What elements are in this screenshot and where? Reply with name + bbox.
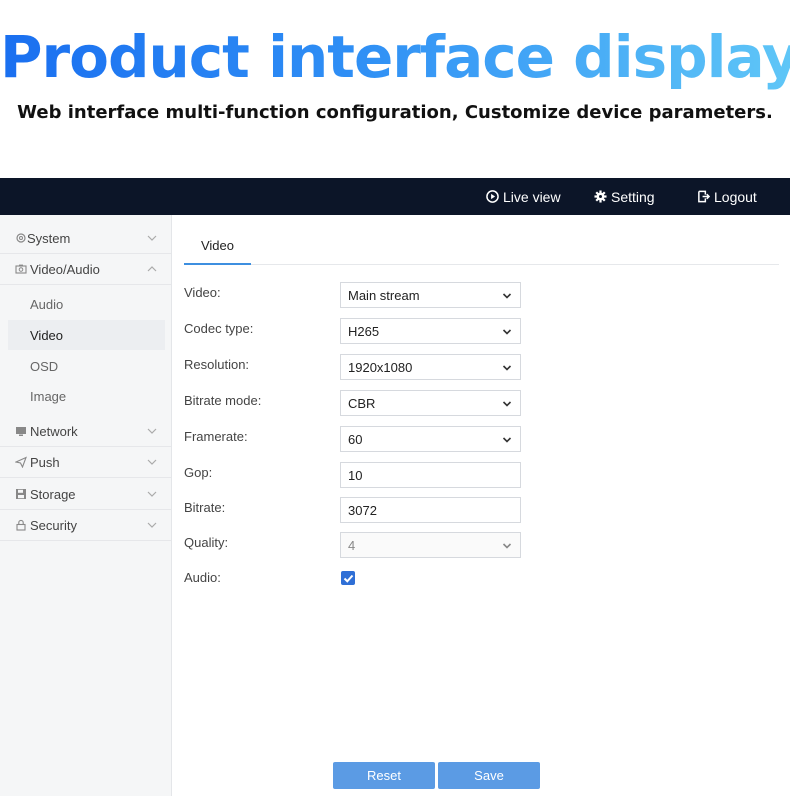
chevron-down-icon [147, 522, 157, 528]
bitrate-value: 3072 [348, 502, 377, 518]
sidebar-item-system[interactable]: System [0, 223, 171, 254]
chevron-down-icon [502, 329, 512, 335]
gop-label: Gop: [184, 465, 213, 480]
framerate-value: 60 [348, 431, 363, 447]
send-icon [15, 456, 27, 468]
sidebar-item-video-audio[interactable]: Video/Audio [0, 254, 171, 285]
video-stream-value: Main stream [348, 287, 420, 303]
chevron-down-icon [502, 401, 512, 407]
chevron-down-icon [147, 491, 157, 497]
lock-icon [16, 519, 26, 531]
sidebar-item-label: Storage [30, 486, 76, 502]
quality-value: 4 [348, 537, 356, 553]
sidebar-item-storage[interactable]: Storage [0, 479, 171, 510]
codec-type-select[interactable]: H265 [340, 318, 521, 344]
gop-value: 10 [348, 467, 363, 483]
web-app: Live view Setting Logout System Video/Au… [0, 178, 790, 796]
chevron-down-icon [502, 293, 512, 299]
sidebar-item-label: Push [30, 454, 60, 470]
video-stream-select[interactable]: Main stream [340, 282, 521, 308]
chevron-down-icon [147, 235, 157, 241]
bitrate-mode-select[interactable]: CBR [340, 390, 521, 416]
resolution-value: 1920x1080 [348, 359, 413, 375]
play-circle-icon [486, 190, 499, 203]
tab-bar: Video [184, 227, 779, 265]
top-navbar: Live view Setting Logout [0, 178, 790, 215]
sidebar-subitem-audio[interactable]: Audio [8, 289, 165, 319]
logout-icon [698, 190, 710, 203]
sidebar-item-label: Network [30, 423, 78, 439]
sidebar-item-security[interactable]: Security [0, 510, 171, 541]
monitor-icon [16, 427, 26, 436]
gear-icon [594, 190, 607, 203]
tab-video[interactable]: Video [184, 227, 251, 265]
chevron-down-icon [147, 428, 157, 434]
chevron-down-icon [502, 543, 512, 549]
save-button[interactable]: Save [438, 762, 540, 789]
sidebar-item-label: System [27, 230, 71, 246]
codec-type-label: Codec type: [184, 321, 254, 336]
checkmark-icon [343, 574, 353, 583]
sidebar: System Video/Audio Audio Video OSD Image [0, 215, 172, 796]
sidebar-subitem-image[interactable]: Image [8, 381, 165, 411]
sidebar-subitem-osd[interactable]: OSD [8, 351, 165, 381]
banner-title: Product interface display [0, 23, 790, 91]
codec-type-value: H265 [348, 323, 380, 339]
banner-subtitle: Web interface multi-function configurati… [17, 102, 773, 123]
sidebar-item-label: Video/Audio [30, 261, 100, 277]
chevron-down-icon [502, 365, 512, 371]
chevron-down-icon [147, 459, 157, 465]
resolution-label: Resolution: [184, 357, 250, 372]
chevron-up-icon [147, 266, 157, 272]
main-panel: Video Video: Main stream Codec type: H26… [172, 215, 790, 796]
logout-label: Logout [714, 188, 757, 205]
setting-label: Setting [611, 188, 655, 205]
live-view-link[interactable]: Live view [486, 178, 561, 215]
chevron-down-icon [502, 437, 512, 443]
sidebar-item-network[interactable]: Network [0, 416, 171, 447]
sidebar-item-label: Security [30, 517, 77, 533]
bitrate-label: Bitrate: [184, 500, 226, 515]
setting-link[interactable]: Setting [594, 178, 655, 215]
framerate-select[interactable]: 60 [340, 426, 521, 452]
logout-link[interactable]: Logout [697, 178, 757, 215]
reset-button[interactable]: Reset [333, 762, 435, 789]
resolution-select[interactable]: 1920x1080 [340, 354, 521, 380]
audio-checkbox[interactable] [341, 571, 355, 585]
framerate-label: Framerate: [184, 429, 248, 444]
live-view-label: Live view [503, 188, 561, 205]
sidebar-subitem-video[interactable]: Video [8, 320, 165, 350]
camera-icon [15, 264, 27, 274]
gear-icon [16, 233, 26, 243]
bitrate-mode-value: CBR [348, 395, 376, 411]
bitrate-input[interactable]: 3072 [340, 497, 521, 523]
quality-label: Quality: [184, 535, 229, 550]
quality-select[interactable]: 4 [340, 532, 521, 558]
audio-label: Audio: [184, 570, 221, 585]
gop-input[interactable]: 10 [340, 462, 521, 488]
video-label: Video: [184, 285, 221, 300]
save-disk-icon [16, 489, 26, 499]
bitrate-mode-label: Bitrate mode: [184, 393, 262, 408]
sidebar-item-push[interactable]: Push [0, 447, 171, 478]
